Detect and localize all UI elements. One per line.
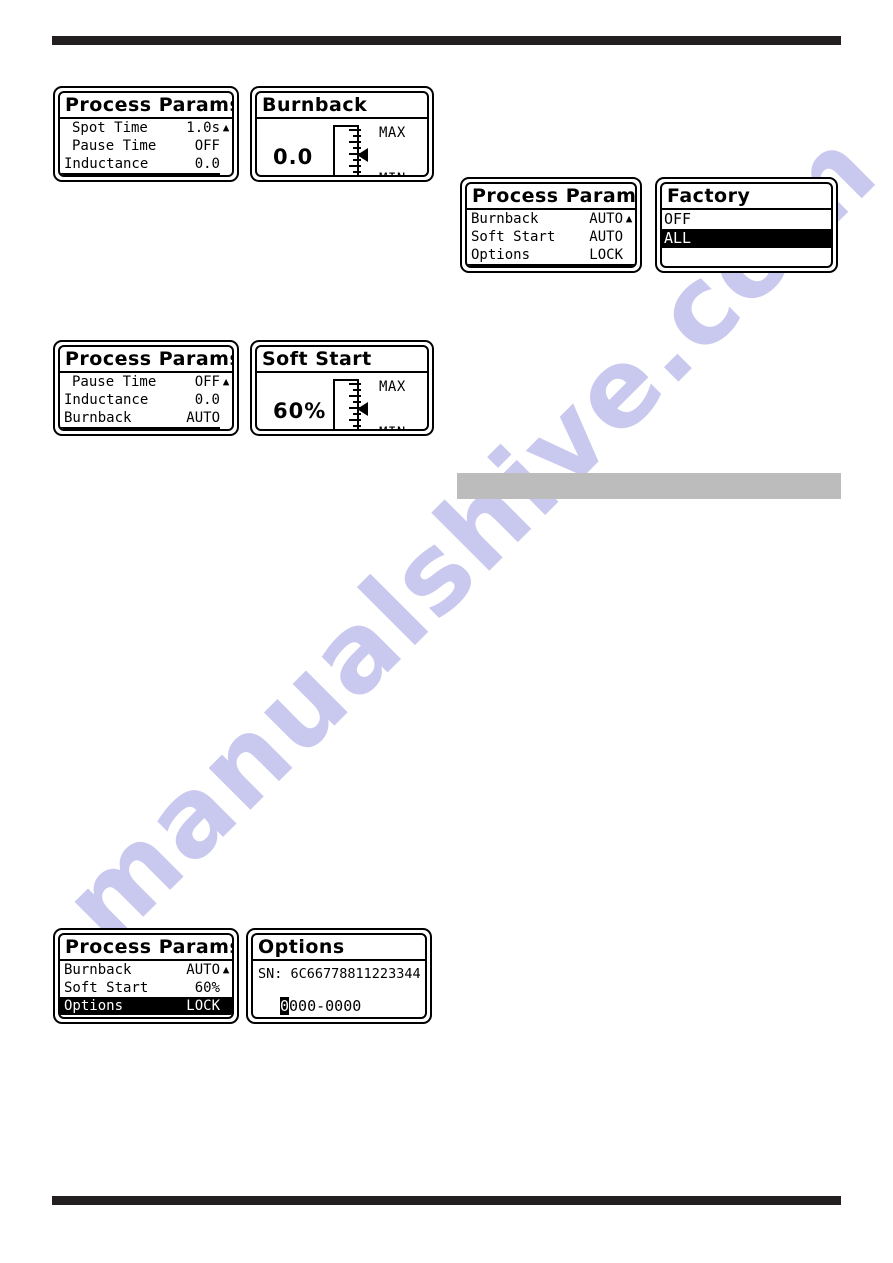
menu-row[interactable]: Pause Time OFF ▲ (60, 373, 232, 391)
lcd-options[interactable]: Options SN: 6C66778811223344 0000-0000 (246, 928, 432, 1024)
gauge[interactable]: 60% MAX MIN (257, 373, 427, 429)
lcd-burnback[interactable]: Burnback 0.0 MAX MIN (250, 86, 434, 182)
menu-row-value: OFF (194, 138, 220, 154)
menu-row-label: Factory (471, 264, 530, 266)
menu-row-selected[interactable]: Soft Start AUTO ▼ (60, 427, 232, 429)
menu-row-value: AUTO (589, 229, 623, 245)
menu-row-label: Burnback (471, 211, 539, 227)
menu-row-value: OFF (598, 264, 623, 266)
menu-row[interactable]: Spot Time 1.0s ▲ (60, 119, 232, 137)
menu-row-label: Soft Start (64, 427, 148, 429)
menu-row-label: Burnback (64, 962, 132, 978)
menu-row-selected[interactable]: Burnback AUTO ▼ (60, 173, 232, 175)
menu-row-value: 0.0 (194, 156, 220, 172)
gauge-min-label: MIN (379, 171, 406, 175)
factory-option-off[interactable]: OFF (662, 210, 831, 229)
menu-row-label: Soft Start (471, 229, 556, 245)
panel-title: Process Params (60, 93, 232, 119)
menu-list: Spot Time 1.0s ▲ Pause Time OFF Inductan… (60, 119, 232, 175)
menu-row[interactable]: Pause Time OFF (60, 137, 232, 155)
menu-row[interactable]: Burnback AUTO (60, 409, 232, 427)
code-cursor[interactable]: 0 (280, 997, 290, 1015)
gauge-value: 0.0 (273, 145, 314, 169)
top-rule (52, 36, 841, 45)
menu-row-value: AUTO (186, 962, 220, 978)
lcd-process-params-4[interactable]: Process Params Burnback AUTO ▲ Soft Star… (53, 928, 239, 1024)
menu-row-selected[interactable]: Options LOCK (60, 997, 232, 1015)
menu-row[interactable]: Inductance 0.0 (60, 155, 232, 173)
menu-row[interactable]: Factory OFF (60, 1015, 232, 1017)
scroll-up-arrow-icon[interactable]: ▲ (220, 373, 232, 391)
scroll-up-arrow-icon[interactable]: ▲ (220, 961, 232, 979)
menu-list: Pause Time OFF ▲ Inductance 0.0 Burnback… (60, 373, 232, 429)
menu-row-value: 1.0s (186, 120, 220, 136)
factory-option-all[interactable]: ALL (662, 229, 831, 248)
serial-number-line: SN: 6C66778811223344 (253, 965, 425, 984)
bottom-rule (52, 1196, 841, 1205)
panel-title: Soft Start (257, 347, 427, 373)
option-code-field[interactable]: 0000-0000 (253, 996, 425, 1016)
gauge-pointer-icon[interactable] (357, 402, 368, 416)
menu-row-label: Pause Time (72, 138, 157, 154)
menu-row[interactable]: Burnback AUTO ▲ (467, 210, 635, 228)
menu-row[interactable]: Soft Start 60% (60, 979, 232, 997)
menu-row-label: Soft Start (64, 980, 149, 996)
menu-row-value: AUTO (186, 427, 220, 429)
gauge-min-label: MIN (379, 425, 406, 429)
gauge-max-label: MAX (379, 125, 406, 141)
serial-number-value: 6C66778811223344 (290, 966, 421, 982)
menu-row-label: Options (471, 247, 531, 263)
menu-row-value: AUTO (186, 173, 220, 175)
menu-list: Burnback AUTO ▲ Soft Start AUTO Options … (467, 210, 635, 266)
menu-row-label: Factory (64, 1015, 123, 1017)
menu-row-label: Burnback (64, 410, 132, 426)
menu-row-value: 60% (194, 980, 220, 996)
gauge-max-label: MAX (379, 379, 406, 395)
menu-row-selected[interactable]: Factory OFF (467, 264, 635, 266)
gauge[interactable]: 0.0 MAX MIN (257, 119, 427, 175)
lcd-factory[interactable]: Factory OFF ALL (655, 177, 838, 273)
serial-number-label: SN: (258, 966, 283, 982)
scroll-down-arrow-icon[interactable]: ▼ (220, 173, 232, 175)
menu-row-value: OFF (194, 374, 220, 390)
factory-option-list: OFF ALL (662, 210, 831, 248)
scroll-down-arrow-icon[interactable]: ▼ (220, 427, 232, 429)
menu-row-value: LOCK (186, 998, 220, 1014)
menu-row[interactable]: Burnback AUTO ▲ (60, 961, 232, 979)
menu-row-label: Pause Time (72, 374, 157, 390)
scroll-up-arrow-icon[interactable]: ▲ (220, 119, 232, 137)
menu-row-label: Burnback (64, 173, 131, 175)
panel-title: Factory (662, 184, 831, 210)
menu-row[interactable]: Options LOCK (467, 246, 635, 264)
menu-row-label: Inductance (64, 156, 149, 172)
panel-title: Options (253, 935, 425, 961)
options-body: SN: 6C66778811223344 0000-0000 (253, 961, 425, 1016)
code-rest: 000-0000 (289, 997, 362, 1015)
menu-row-value: LOCK (589, 247, 623, 263)
scroll-up-arrow-icon[interactable]: ▲ (623, 210, 635, 228)
menu-row-value: OFF (195, 1015, 220, 1017)
menu-row[interactable]: Inductance 0.0 (60, 391, 232, 409)
menu-row-value: 0.0 (194, 392, 220, 408)
menu-row-value: AUTO (589, 211, 623, 227)
menu-row-value: AUTO (186, 410, 220, 426)
menu-row-label: Options (64, 998, 124, 1014)
menu-row[interactable]: Soft Start AUTO (467, 228, 635, 246)
panel-title: Process Params (60, 935, 232, 961)
lcd-process-params-2[interactable]: Process Params Burnback AUTO ▲ Soft Star… (460, 177, 642, 273)
gauge-value: 60% (273, 399, 327, 423)
menu-row-label: Spot Time (72, 120, 148, 136)
panel-title: Process Params (60, 347, 232, 373)
lcd-process-params-1[interactable]: Process Params Spot Time 1.0s ▲ Pause Ti… (53, 86, 239, 182)
gauge-pointer-icon[interactable] (357, 148, 368, 162)
lcd-process-params-3[interactable]: Process Params Pause Time OFF ▲ Inductan… (53, 340, 239, 436)
menu-list: Burnback AUTO ▲ Soft Start 60% Options L… (60, 961, 232, 1017)
menu-row-label: Inductance (64, 392, 149, 408)
gray-placeholder-bar (457, 473, 841, 499)
panel-title: Process Params (467, 184, 635, 210)
panel-title: Burnback (257, 93, 427, 119)
lcd-soft-start[interactable]: Soft Start 60% MAX MIN (250, 340, 434, 436)
